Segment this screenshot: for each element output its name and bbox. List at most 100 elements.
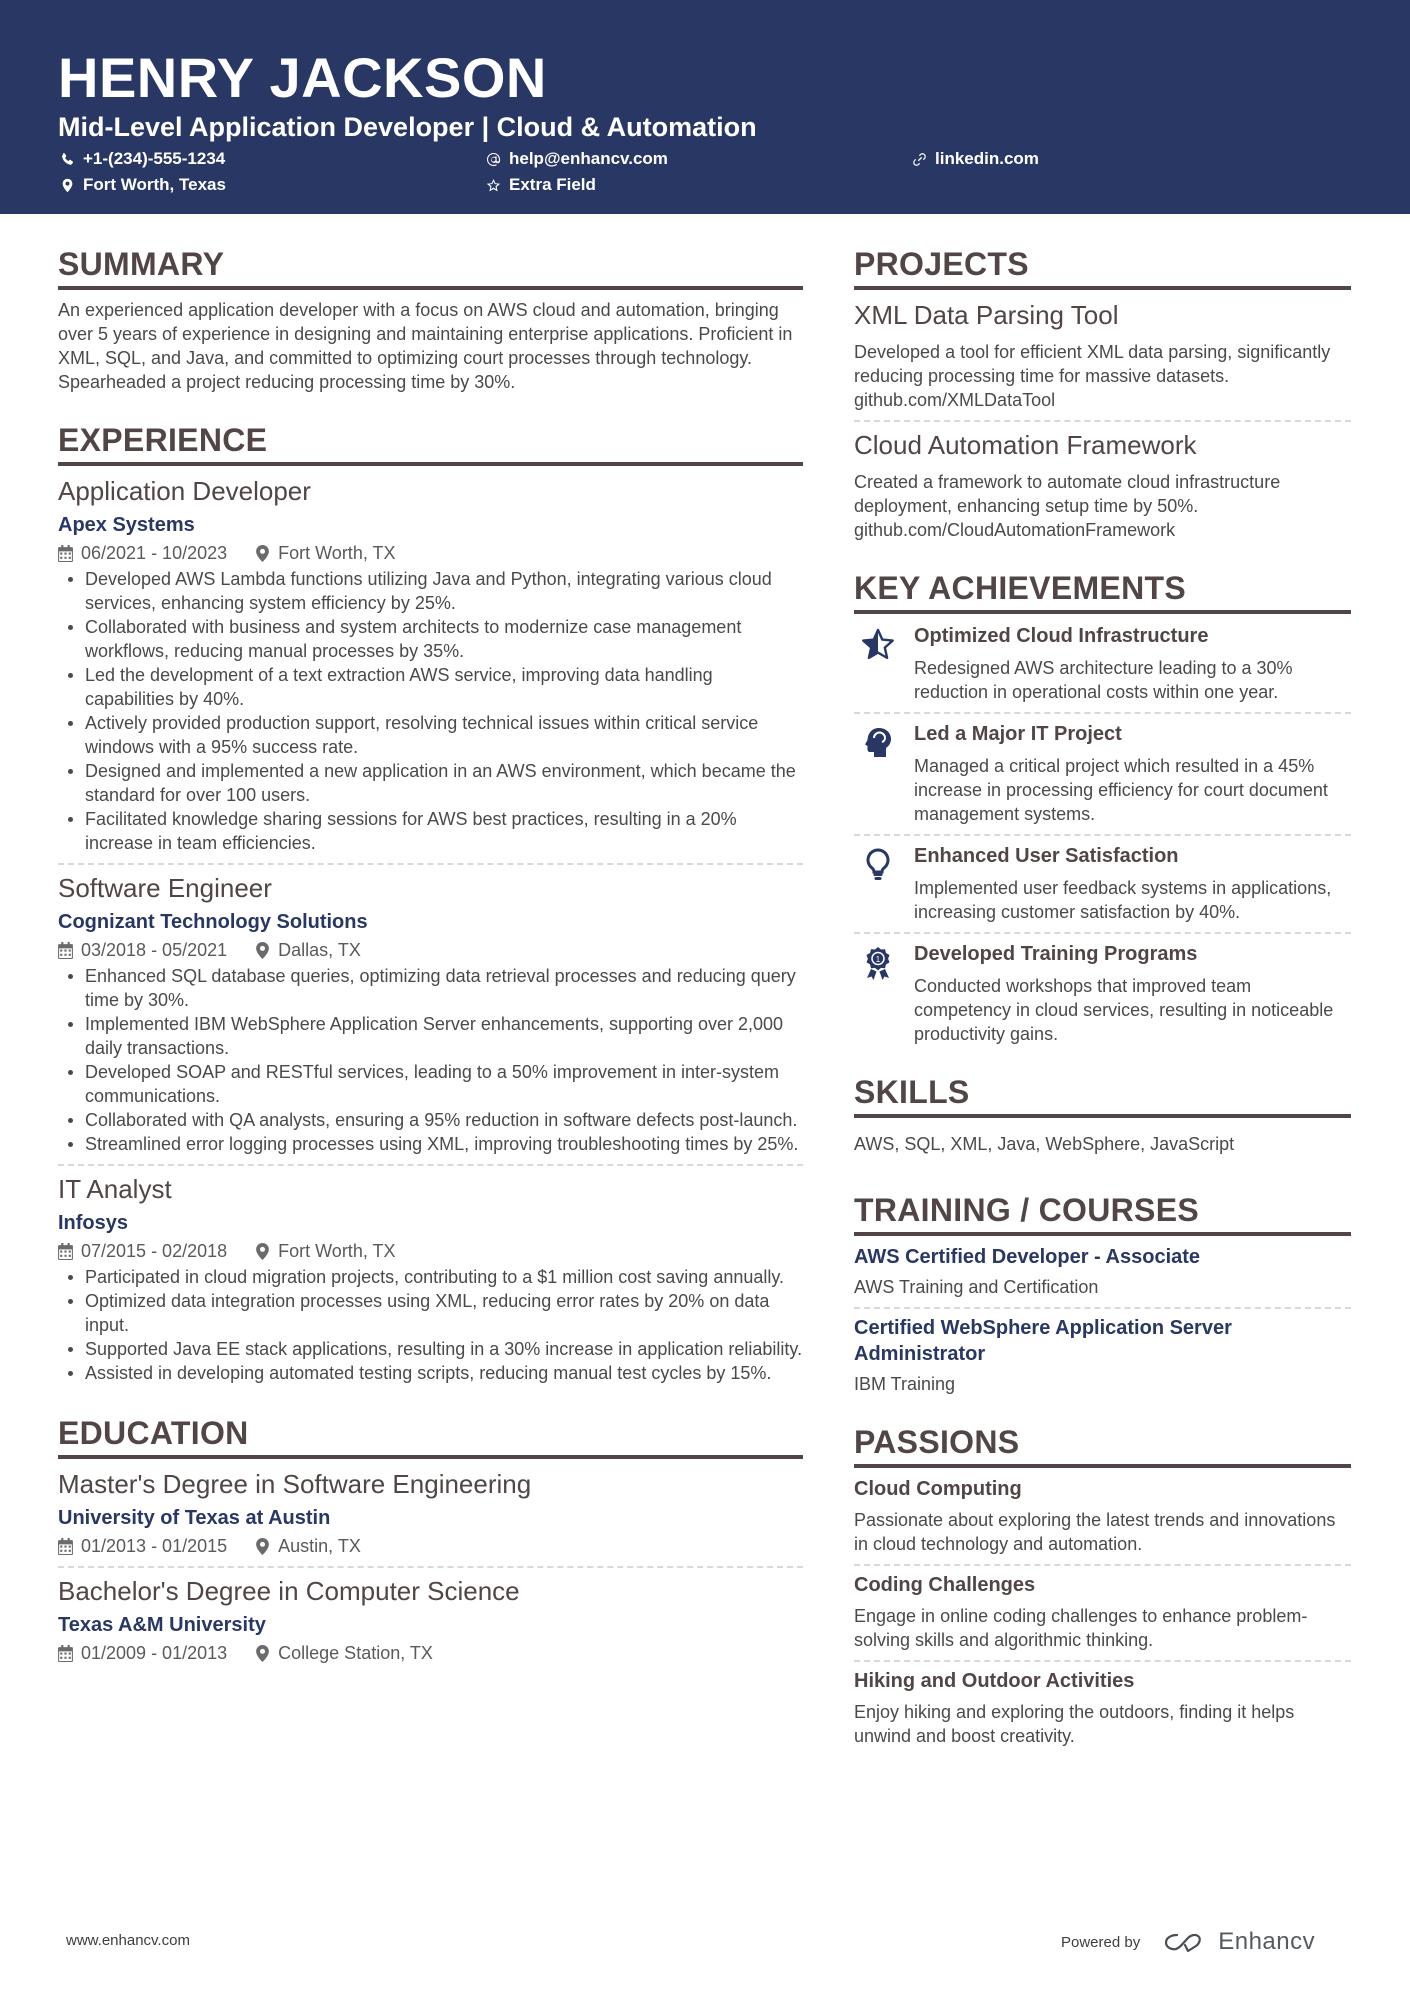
section-title: EXPERIENCE bbox=[58, 422, 268, 458]
bullet-item: Optimized data integration processes usi… bbox=[58, 1289, 803, 1337]
section-title: TRAINING / COURSES bbox=[854, 1192, 1199, 1228]
bullet-item: Supported Java EE stack applications, re… bbox=[58, 1337, 803, 1361]
job-location: Fort Worth, TX bbox=[278, 543, 396, 563]
contact-linkedin[interactable]: linkedin.com bbox=[912, 148, 1039, 170]
footer-website-link[interactable]: www.enhancv.com bbox=[66, 1932, 190, 1949]
contact-email[interactable]: help@enhancv.com bbox=[486, 148, 668, 170]
section-divider bbox=[854, 1232, 1351, 1236]
section-divider bbox=[58, 1455, 803, 1459]
project-entry: Cloud Automation Framework Created a fra… bbox=[854, 428, 1351, 542]
job-role: Application Developer bbox=[58, 476, 311, 506]
calendar-icon bbox=[58, 1242, 73, 1260]
project-title: Cloud Automation Framework bbox=[854, 430, 1197, 460]
education-entry: Bachelor's Degree in Computer Science Te… bbox=[58, 1574, 803, 1665]
bullet-item: Implemented IBM WebSphere Application Se… bbox=[58, 1012, 803, 1060]
job-dates: 06/2021 - 10/2023 bbox=[81, 543, 228, 563]
education-dates: 01/2013 - 01/2015 bbox=[81, 1536, 228, 1556]
experience-section: EXPERIENCE Application Developer Apex Sy… bbox=[58, 420, 803, 1385]
job-role: IT Analyst bbox=[58, 1174, 172, 1204]
passion-description: Enjoy hiking and exploring the outdoors,… bbox=[854, 1702, 1295, 1746]
link-icon bbox=[913, 152, 926, 166]
contact-location: Fort Worth, Texas bbox=[60, 174, 226, 196]
phone-icon bbox=[62, 152, 74, 165]
head-brain-icon bbox=[865, 728, 891, 757]
section-title: KEY ACHIEVEMENTS bbox=[854, 570, 1186, 606]
education-meta: 01/2013 - 01/2015 Austin, TX bbox=[58, 1534, 803, 1558]
degree: Master's Degree in Software Engineering bbox=[58, 1469, 532, 1499]
entry-divider bbox=[854, 420, 1351, 422]
skills-section: SKILLS AWS, SQL, XML, Java, WebSphere, J… bbox=[854, 1072, 1351, 1156]
project-entry: XML Data Parsing Tool Developed a tool f… bbox=[854, 298, 1351, 412]
location-pin-icon bbox=[62, 178, 73, 192]
achievements-section: KEY ACHIEVEMENTS Optimized Cloud Infrast… bbox=[854, 568, 1351, 1046]
entry-divider bbox=[854, 1564, 1351, 1566]
achievement-description: Managed a critical project which resulte… bbox=[914, 756, 1328, 824]
achievement-entry: Enhanced User Satisfaction Implemented u… bbox=[854, 842, 1351, 924]
calendar-icon bbox=[58, 1537, 73, 1555]
resume-header: HENRY JACKSON Mid-Level Application Deve… bbox=[0, 0, 1410, 214]
course-entry: AWS Certified Developer - Associate AWS … bbox=[854, 1244, 1351, 1299]
section-title: SKILLS bbox=[854, 1074, 970, 1110]
footer-branding[interactable]: Powered by Enhancv bbox=[1061, 1928, 1315, 1956]
bullet-item: Streamlined error logging processes usin… bbox=[58, 1132, 803, 1156]
email-text: help@enhancv.com bbox=[509, 149, 668, 168]
passion-title: Coding Challenges bbox=[854, 1574, 1036, 1596]
job-role: Software Engineer bbox=[58, 873, 272, 903]
education-dates: 01/2009 - 01/2013 bbox=[81, 1643, 228, 1663]
enhancv-logo: Enhancv bbox=[1162, 1928, 1315, 1956]
entry-divider bbox=[854, 932, 1351, 934]
location-pin-icon bbox=[256, 941, 270, 959]
achievement-entry: Led a Major IT Project Managed a critica… bbox=[854, 720, 1351, 826]
extra-text: Extra Field bbox=[509, 175, 596, 194]
entry-divider bbox=[854, 1307, 1351, 1309]
achievement-title: Enhanced User Satisfaction bbox=[914, 845, 1179, 867]
candidate-name: HENRY JACKSON bbox=[58, 46, 547, 109]
passion-entry: Hiking and Outdoor Activities Enjoy hiki… bbox=[854, 1668, 1351, 1748]
achievement-description: Implemented user feedback systems in app… bbox=[914, 878, 1332, 922]
achievement-title: Led a Major IT Project bbox=[914, 723, 1122, 745]
calendar-icon bbox=[58, 941, 73, 959]
bullet-item: Collaborated with business and system ar… bbox=[58, 615, 803, 663]
passion-entry: Coding Challenges Engage in online codin… bbox=[854, 1572, 1351, 1652]
achievement-title: Developed Training Programs bbox=[914, 943, 1198, 965]
course-title: Certified WebSphere Application Server A… bbox=[854, 1317, 1232, 1365]
passion-title: Hiking and Outdoor Activities bbox=[854, 1670, 1135, 1692]
achievement-title: Optimized Cloud Infrastructure bbox=[914, 625, 1209, 647]
bullet-item: Developed SOAP and RESTful services, lea… bbox=[58, 1060, 803, 1108]
bullet-item: Assisted in developing automated testing… bbox=[58, 1361, 803, 1385]
enhancv-infinity-icon bbox=[1165, 1933, 1202, 1953]
passion-entry: Cloud Computing Passionate about explori… bbox=[854, 1476, 1351, 1556]
degree: Bachelor's Degree in Computer Science bbox=[58, 1576, 520, 1606]
powered-by-label: Powered by bbox=[1061, 1933, 1141, 1951]
contact-phone[interactable]: +1-(234)-555-1234 bbox=[60, 148, 225, 170]
job-location: Dallas, TX bbox=[278, 940, 361, 960]
section-divider bbox=[854, 1464, 1351, 1468]
education-entry: Master's Degree in Software Engineering … bbox=[58, 1467, 803, 1558]
job-location: Fort Worth, TX bbox=[278, 1241, 396, 1261]
calendar-icon bbox=[58, 1644, 73, 1662]
section-divider bbox=[854, 286, 1351, 290]
location-text: Fort Worth, Texas bbox=[83, 175, 226, 194]
entry-divider bbox=[854, 1660, 1351, 1662]
entry-divider bbox=[854, 834, 1351, 836]
job-bullets: Participated in cloud migration projects… bbox=[58, 1265, 803, 1385]
linkedin-text: linkedin.com bbox=[935, 149, 1039, 168]
section-title: PASSIONS bbox=[854, 1424, 1020, 1460]
achievement-description: Redesigned AWS architecture leading to a… bbox=[914, 658, 1293, 702]
job-bullets: Developed AWS Lambda functions utilizing… bbox=[58, 567, 803, 855]
contact-extra: Extra Field bbox=[486, 174, 596, 196]
project-title: XML Data Parsing Tool bbox=[854, 300, 1119, 330]
bullet-item: Actively provided production support, re… bbox=[58, 711, 803, 759]
experience-entry: Software Engineer Cognizant Technology S… bbox=[58, 871, 803, 1156]
right-column: PROJECTS XML Data Parsing Tool Developed… bbox=[854, 244, 1351, 1748]
at-icon bbox=[487, 152, 501, 166]
education-location: College Station, TX bbox=[278, 1643, 433, 1663]
star-half-icon bbox=[862, 628, 894, 660]
bullet-item: Collaborated with QA analysts, ensuring … bbox=[58, 1108, 803, 1132]
summary-section: SUMMARY An experienced application devel… bbox=[58, 244, 803, 394]
company-name: Cognizant Technology Solutions bbox=[58, 911, 368, 933]
lightbulb-icon bbox=[866, 848, 890, 880]
bullet-item: Participated in cloud migration projects… bbox=[58, 1265, 803, 1289]
bullet-item: Designed and implemented a new applicati… bbox=[58, 759, 803, 807]
achievement-entry: 1 Developed Training Programs Conducted … bbox=[854, 940, 1351, 1046]
